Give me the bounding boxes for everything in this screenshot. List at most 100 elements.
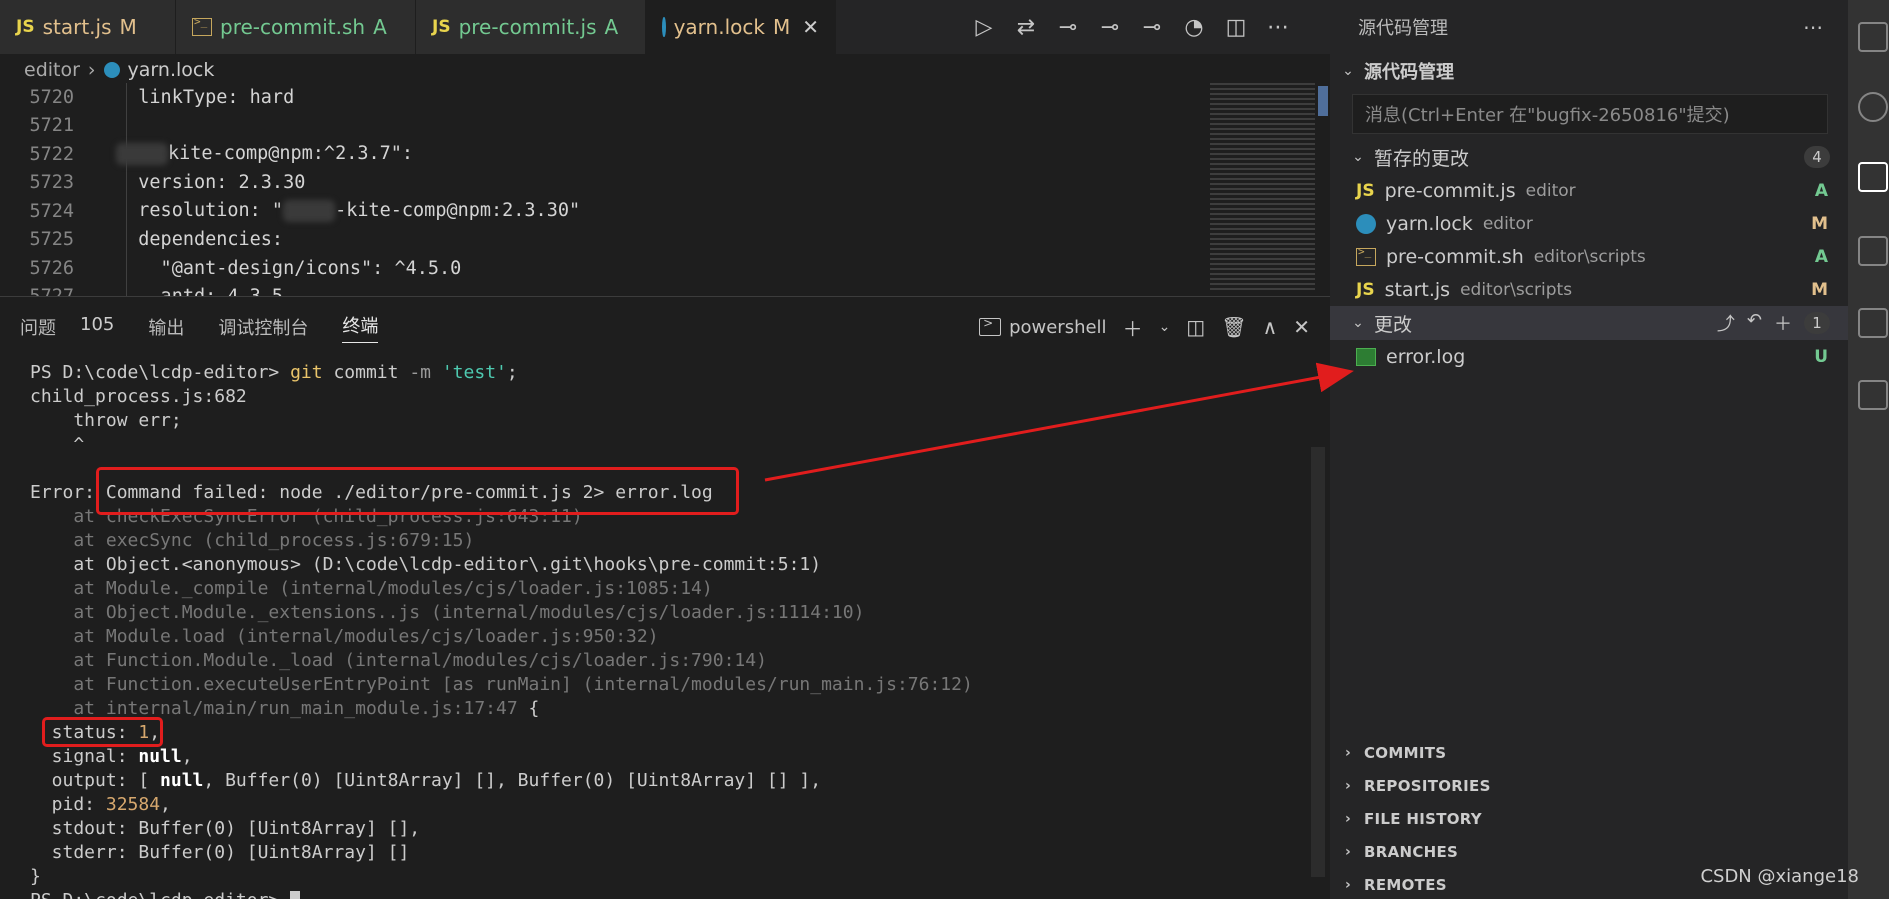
staged-file-row[interactable]: JS start.js editor\scripts M — [1330, 273, 1848, 306]
terminal-line: signal: null, — [30, 746, 193, 767]
log-file-icon — [1356, 347, 1376, 366]
tab-label: 调试控制台 — [218, 318, 309, 339]
chevron-down-icon: ⌄ — [1342, 63, 1354, 79]
terminal-line: at Module.load (internal/modules/cjs/loa… — [30, 626, 659, 647]
section-commits[interactable]: › COMMITS — [1330, 736, 1848, 769]
panel-actions: powershell ＋ ⌄ ◫ 🗑 ∧ ✕ — [979, 307, 1310, 347]
source-control-icon[interactable] — [1858, 162, 1888, 192]
editor-actions: ▷ ⇄ ⊸ ⊸ ⊸ ◔ ◫ ⋯ — [972, 0, 1290, 54]
timeline-icon[interactable]: ◔ — [1182, 15, 1206, 40]
tab-label: 问题 — [20, 318, 56, 339]
tab-problems[interactable]: 问题 105 — [20, 314, 114, 340]
tab-status: A — [604, 15, 619, 39]
changed-file-row[interactable]: error.log U — [1330, 340, 1848, 373]
chevron-right-icon: › — [1344, 744, 1352, 761]
code-editor[interactable]: 5720 linkType: hard 5721 5722 kite-comp@n… — [0, 83, 1210, 296]
status-highlight-box — [42, 717, 163, 747]
breadcrumb-folder[interactable]: editor — [24, 59, 80, 81]
code-line: 5725 dependencies: — [29, 229, 284, 251]
section-repositories[interactable]: › REPOSITORIES — [1330, 769, 1848, 802]
breadcrumb-separator: › — [87, 59, 96, 81]
git-previous-icon[interactable]: ⊸ — [1098, 15, 1122, 40]
more-actions-icon[interactable]: ⋯ — [1266, 15, 1290, 40]
tab-pre-commit-js[interactable]: JS pre-commit.js A — [416, 0, 646, 54]
editor-scrollbar[interactable] — [1318, 86, 1328, 116]
search-icon[interactable] — [1858, 92, 1888, 122]
terminal-output[interactable]: PS D:\code\lcdp-editor> git commit -m 't… — [30, 361, 1290, 899]
git-commit-icon[interactable]: ⊸ — [1056, 15, 1080, 40]
terminal-line: at Object.Module._extensions..js (intern… — [30, 602, 865, 623]
close-panel-icon[interactable]: ✕ — [1293, 315, 1310, 339]
split-editor-icon[interactable]: ◫ — [1224, 15, 1248, 40]
staged-file-row[interactable]: JS pre-commit.js editor A — [1330, 174, 1848, 207]
tab-start-js[interactable]: JS start.js M — [0, 0, 176, 54]
section-branches[interactable]: › BRANCHES — [1330, 835, 1848, 868]
staged-changes-header[interactable]: ⌄ 暂存的更改 4 — [1330, 140, 1848, 174]
tab-status: A — [373, 15, 387, 39]
shell-file-icon — [192, 15, 212, 36]
more-actions-icon[interactable]: ⋯ — [1803, 15, 1824, 39]
tab-label: pre-commit.js — [458, 15, 597, 39]
terminal-line: throw err; — [30, 410, 182, 431]
js-file-icon: JS — [1356, 180, 1375, 201]
tab-yarn-lock[interactable]: yarn.lock M ✕ — [646, 0, 836, 54]
tab-label: 终端 — [342, 315, 379, 337]
maximize-panel-icon[interactable]: ∧ — [1263, 315, 1278, 339]
terminal-cursor — [290, 891, 301, 899]
terminal-line: child_process.js:682 — [30, 386, 247, 407]
commit-message-input[interactable]: 消息(Ctrl+Enter 在"bugfix-2650816"提交) — [1352, 94, 1828, 134]
terminal-line: stderr: Buffer(0) [Uint8Array] [] — [30, 842, 410, 863]
code-line: 5720 linkType: hard — [29, 86, 295, 108]
chevron-right-icon: › — [1344, 810, 1352, 827]
editor-area: JS start.js M pre-commit.sh A JS pre-com… — [0, 0, 1330, 296]
split-terminal-icon[interactable]: ◫ — [1186, 315, 1205, 339]
new-terminal-icon[interactable]: ＋ — [1123, 313, 1143, 342]
code-line: 5721 — [29, 115, 74, 137]
tab-terminal[interactable]: 终端 — [342, 312, 379, 343]
close-tab-icon[interactable]: ✕ — [802, 15, 819, 39]
run-debug-icon[interactable] — [1858, 308, 1888, 338]
code-line: 5727 antd: 4.3.5 — [0, 283, 1210, 296]
breadcrumb-file[interactable]: yarn.lock — [128, 59, 215, 81]
minimap[interactable] — [1210, 83, 1315, 293]
sidebar-title: 源代码管理 — [1358, 18, 1448, 39]
indent-guide — [126, 83, 127, 296]
scm-section-header[interactable]: ⌄ 源代码管理 — [1330, 54, 1848, 88]
open-changes-icon[interactable]: ⤴ — [1717, 310, 1735, 336]
discard-changes-icon[interactable]: ↶ — [1747, 310, 1762, 336]
section-file-history[interactable]: › FILE HISTORY — [1330, 802, 1848, 835]
run-icon[interactable]: ▷ — [972, 15, 996, 40]
code-line: 5723 version: 2.3.30 — [29, 172, 306, 194]
tab-debug-console[interactable]: 调试控制台 — [218, 314, 308, 340]
staged-count-badge: 4 — [1804, 146, 1830, 168]
terminal-line: at Function.executeUserEntryPoint [as ru… — [30, 674, 973, 695]
terminal-line: at Module._compile (internal/modules/cjs… — [30, 578, 713, 599]
terminal-line: at internal/main/run_main_module.js:17:4… — [30, 698, 540, 719]
group-label: 更改 — [1374, 313, 1413, 336]
terminal-line: at Object.<anonymous> (D:\code\lcdp-edit… — [30, 554, 822, 575]
trash-icon[interactable]: 🗑 — [1221, 315, 1246, 339]
section-title: 源代码管理 — [1364, 62, 1454, 83]
tab-output[interactable]: 输出 — [148, 314, 184, 340]
terminal-line: ^ — [30, 434, 85, 455]
file-status: U — [1814, 346, 1828, 367]
git-next-icon[interactable]: ⊸ — [1140, 15, 1164, 40]
terminal-prompt-line: PS D:\code\lcdp-editor> — [30, 889, 1290, 899]
code-line: 5726 "@ant-design/icons": ^4.5.0 — [29, 257, 462, 279]
changes-header[interactable]: ⌄ 更改 ⤴ ↶ ＋ 1 — [1330, 306, 1848, 340]
extensions-icon[interactable] — [1858, 236, 1888, 266]
chevron-down-icon[interactable]: ⌄ — [1159, 319, 1171, 335]
compare-changes-icon[interactable]: ⇄ — [1014, 15, 1038, 40]
sidebar-header: 源代码管理 ⋯ — [1330, 0, 1848, 54]
tab-pre-commit-sh[interactable]: pre-commit.sh A — [176, 0, 416, 54]
staged-file-row[interactable]: pre-commit.sh editor\scripts A — [1330, 240, 1848, 273]
terminal-shell-selector[interactable]: powershell — [979, 316, 1107, 338]
staged-file-row[interactable]: yarn.lock editor M — [1330, 207, 1848, 240]
yarn-file-icon — [103, 62, 120, 78]
file-status: M — [1811, 213, 1828, 234]
terminal-scrollbar[interactable] — [1311, 447, 1325, 877]
testing-icon[interactable] — [1858, 380, 1888, 410]
explorer-icon[interactable] — [1858, 22, 1888, 52]
stage-all-icon[interactable]: ＋ — [1774, 310, 1792, 336]
error-highlight-box — [96, 467, 739, 515]
